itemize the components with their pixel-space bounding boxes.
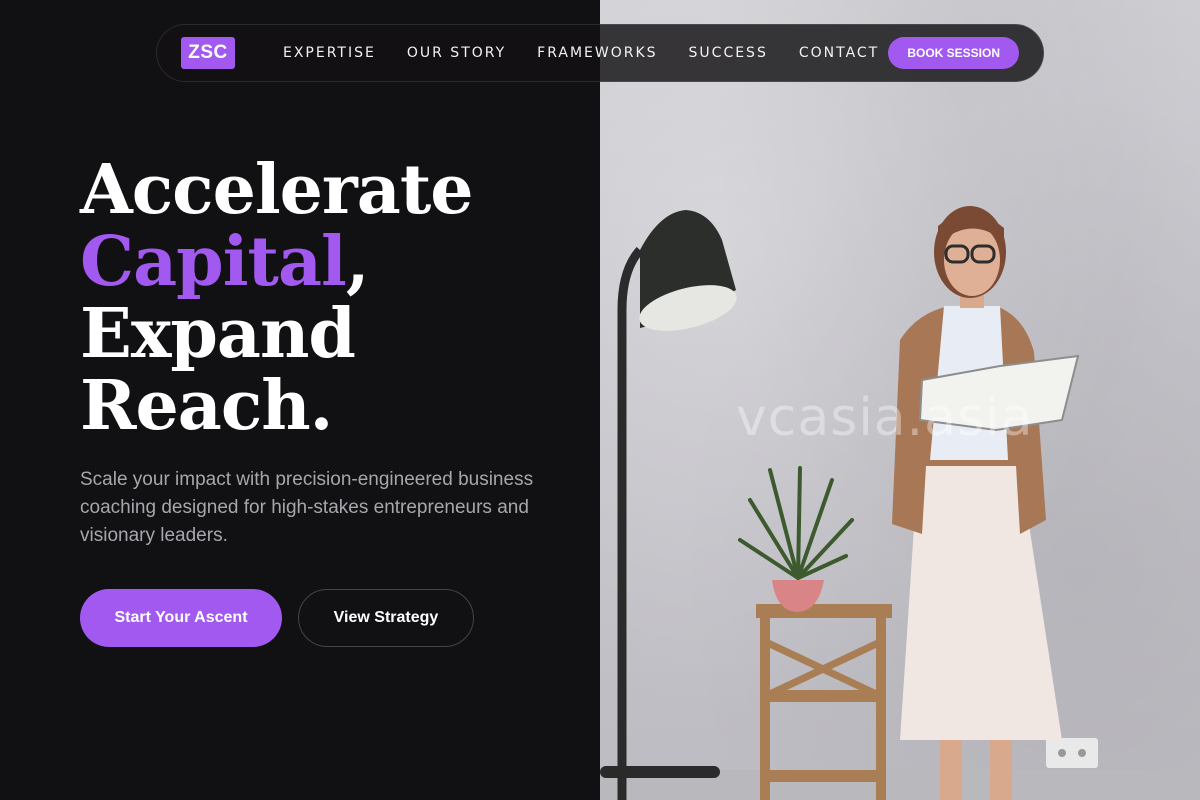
watermark: vcasia.asia — [736, 388, 1034, 448]
headline-accent-word: Capital — [80, 222, 347, 302]
hero-headline: Accelerate Capital, Expand Reach. — [80, 154, 473, 442]
coach-figure — [892, 206, 1080, 800]
headline-line-3: Expand — [80, 294, 356, 374]
nav-link-expertise[interactable]: EXPERTISE — [283, 45, 376, 61]
hero-subtext: Scale your impact with precision-enginee… — [80, 469, 534, 546]
nav-link-success[interactable]: SUCCESS — [689, 45, 768, 61]
nav-link-contact[interactable]: CONTACT — [799, 45, 879, 61]
wall-outlet-icon — [1046, 738, 1098, 768]
headline-comma: , — [345, 222, 370, 302]
logo[interactable]: ZSC — [181, 37, 235, 69]
headline-line-2: Capital, — [80, 226, 473, 298]
headline-line-4: Reach. — [80, 366, 333, 446]
view-strategy-button[interactable]: View Strategy — [298, 589, 474, 647]
headline-line-1: Accelerate — [80, 150, 473, 230]
hero-photo: vcasia.asia — [600, 0, 1200, 800]
potted-plant-icon — [738, 466, 854, 612]
nav-link-frameworks[interactable]: FRAMEWORKS — [537, 45, 657, 61]
nav-link-our-story[interactable]: OUR STORY — [407, 45, 506, 61]
top-nav: ZSC EXPERTISE OUR STORY FRAMEWORKS SUCCE… — [156, 24, 1044, 82]
book-session-button[interactable]: BOOK SESSION — [888, 37, 1019, 69]
stepladder-icon — [756, 604, 892, 800]
start-your-ascent-button[interactable]: Start Your Ascent — [80, 589, 282, 647]
nav-links: EXPERTISE OUR STORY FRAMEWORKS SUCCESS C… — [283, 45, 879, 61]
floor-lamp-icon — [600, 210, 737, 800]
